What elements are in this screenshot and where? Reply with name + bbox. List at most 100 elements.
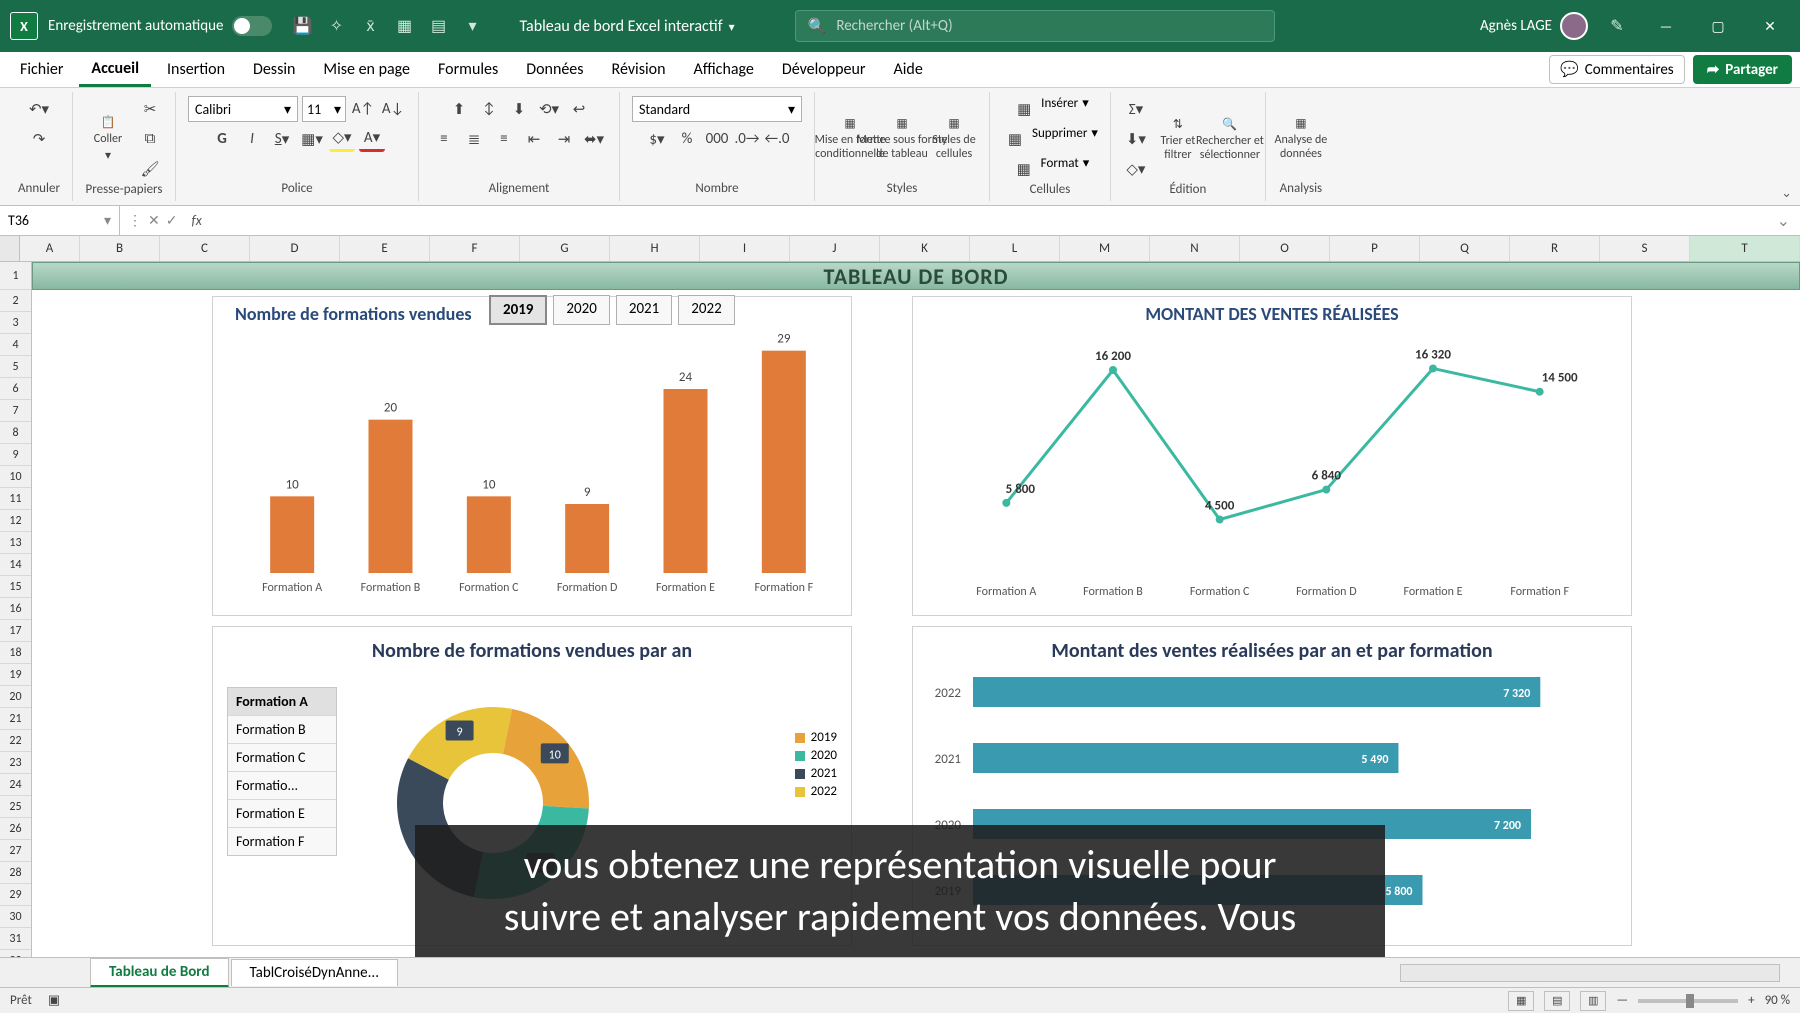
- col-D[interactable]: D: [250, 236, 340, 261]
- col-R[interactable]: R: [1510, 236, 1600, 261]
- document-title[interactable]: Tableau de bord Excel interactif▾: [520, 17, 735, 36]
- slicer-formation-d[interactable]: Formatio...: [228, 772, 336, 800]
- tab-mise-en-page[interactable]: Mise en page: [311, 54, 422, 85]
- col-J[interactable]: J: [790, 236, 880, 261]
- slicer-formation-b[interactable]: Formation B: [228, 716, 336, 744]
- insert-label[interactable]: Insérer: [1041, 96, 1078, 122]
- row-8[interactable]: 8: [0, 422, 31, 444]
- align-right-icon[interactable]: ≡: [491, 126, 517, 152]
- qat-btn-2[interactable]: x̄: [360, 15, 382, 37]
- col-C[interactable]: C: [160, 236, 250, 261]
- col-S[interactable]: S: [1600, 236, 1690, 261]
- zoom-in-icon[interactable]: +: [1748, 993, 1754, 1008]
- col-F[interactable]: F: [430, 236, 520, 261]
- font-color-button[interactable]: A▾: [359, 126, 385, 152]
- minimize-button[interactable]: —: [1646, 11, 1686, 41]
- row-7[interactable]: 7: [0, 400, 31, 422]
- row-30[interactable]: 30: [0, 906, 31, 928]
- fill-color-button[interactable]: ◇▾: [329, 126, 355, 152]
- cancel-formula-icon[interactable]: ✕: [148, 212, 160, 229]
- col-O[interactable]: O: [1240, 236, 1330, 261]
- year-2021[interactable]: 2021: [616, 295, 672, 325]
- view-page-icon[interactable]: ▤: [1544, 991, 1570, 1011]
- row-22[interactable]: 22: [0, 730, 31, 752]
- zoom-out-icon[interactable]: —: [1616, 993, 1628, 1008]
- cut-icon[interactable]: ✂: [137, 96, 163, 122]
- col-N[interactable]: N: [1150, 236, 1240, 261]
- tab-donnees[interactable]: Données: [514, 54, 595, 85]
- row-4[interactable]: 4: [0, 334, 31, 356]
- chart-bar-formations[interactable]: Nombre de formations vendues 2019 2020 2…: [212, 296, 852, 616]
- tab-insertion[interactable]: Insertion: [155, 54, 237, 85]
- name-box[interactable]: T36▾: [0, 206, 120, 235]
- col-I[interactable]: I: [700, 236, 790, 261]
- qat-more-icon[interactable]: ▾: [462, 15, 484, 37]
- col-A[interactable]: A: [20, 236, 80, 261]
- expand-formula-icon[interactable]: ⌄: [1767, 211, 1800, 231]
- paste-button[interactable]: 📋Coller▾: [85, 113, 131, 165]
- row-5[interactable]: 5: [0, 356, 31, 378]
- indent-inc-icon[interactable]: ⇥: [551, 126, 577, 152]
- row-14[interactable]: 14: [0, 554, 31, 576]
- slicer-formation-c[interactable]: Formation C: [228, 744, 336, 772]
- accept-formula-icon[interactable]: ✓: [166, 212, 178, 229]
- delete-label[interactable]: Supprimer: [1032, 126, 1087, 152]
- find-select-button[interactable]: 🔍Rechercher et sélectionner: [1207, 113, 1253, 165]
- insert-cells-button[interactable]: ▦: [1011, 96, 1037, 122]
- indent-dec-icon[interactable]: ⇤: [521, 126, 547, 152]
- col-Q[interactable]: Q: [1420, 236, 1510, 261]
- row-6[interactable]: 6: [0, 378, 31, 400]
- wrap-icon[interactable]: ↩: [566, 96, 592, 122]
- row-26[interactable]: 26: [0, 818, 31, 840]
- close-button[interactable]: ✕: [1750, 11, 1790, 41]
- col-M[interactable]: M: [1060, 236, 1150, 261]
- underline-button[interactable]: S▾: [269, 126, 295, 152]
- dec-dec-icon[interactable]: ←.0: [764, 126, 790, 152]
- row-3[interactable]: 3: [0, 312, 31, 334]
- align-mid-icon[interactable]: ↕: [476, 96, 502, 122]
- tab-fichier[interactable]: Fichier: [8, 54, 75, 85]
- view-break-icon[interactable]: ▥: [1580, 991, 1606, 1011]
- tab-developpeur[interactable]: Développeur: [770, 54, 878, 85]
- fbar-dropdown-icon[interactable]: ⋮: [128, 212, 142, 229]
- user-account[interactable]: Agnès LAGE: [1480, 12, 1588, 40]
- increase-font-icon[interactable]: A↑: [350, 96, 376, 122]
- align-bot-icon[interactable]: ⬇: [506, 96, 532, 122]
- zoom-slider[interactable]: [1638, 999, 1738, 1003]
- col-B[interactable]: B: [80, 236, 160, 261]
- slicer-formation-f[interactable]: Formation F: [228, 828, 336, 855]
- clear-icon[interactable]: ◇▾: [1123, 156, 1149, 182]
- year-2020[interactable]: 2020: [553, 295, 609, 325]
- percent-icon[interactable]: %: [674, 126, 700, 152]
- row-16[interactable]: 16: [0, 598, 31, 620]
- orient-icon[interactable]: ⟲▾: [536, 96, 562, 122]
- col-E[interactable]: E: [340, 236, 430, 261]
- number-format-select[interactable]: Standard▾: [632, 96, 802, 122]
- analyze-data-button[interactable]: ▦Analyse de données: [1278, 113, 1324, 165]
- qat-btn-1[interactable]: ✧: [326, 15, 348, 37]
- save-icon[interactable]: 💾: [292, 15, 314, 37]
- tab-dessin[interactable]: Dessin: [241, 54, 307, 85]
- align-top-icon[interactable]: ⬆: [446, 96, 472, 122]
- sheet-tab-pivot[interactable]: TablCroiséDynAnne...: [231, 959, 398, 986]
- tab-accueil[interactable]: Accueil: [79, 53, 151, 87]
- border-button[interactable]: ▦▾: [299, 126, 325, 152]
- select-all-corner[interactable]: [0, 236, 20, 261]
- row-2[interactable]: 2: [0, 290, 31, 312]
- tab-affichage[interactable]: Affichage: [682, 54, 766, 85]
- row-31[interactable]: 31: [0, 928, 31, 950]
- tab-aide[interactable]: Aide: [882, 54, 935, 85]
- format-painter-icon[interactable]: 🖌: [137, 156, 163, 182]
- copy-icon[interactable]: ⧉: [137, 126, 163, 152]
- share-button[interactable]: ➦ Partager: [1693, 55, 1792, 84]
- font-size-select[interactable]: 11▾: [302, 96, 346, 122]
- col-H[interactable]: H: [610, 236, 700, 261]
- col-G[interactable]: G: [520, 236, 610, 261]
- row-29[interactable]: 29: [0, 884, 31, 906]
- row-17[interactable]: 17: [0, 620, 31, 642]
- view-normal-icon[interactable]: ▦: [1508, 991, 1534, 1011]
- row-24[interactable]: 24: [0, 774, 31, 796]
- slicer-formation-e[interactable]: Formation E: [228, 800, 336, 828]
- row-18[interactable]: 18: [0, 642, 31, 664]
- row-13[interactable]: 13: [0, 532, 31, 554]
